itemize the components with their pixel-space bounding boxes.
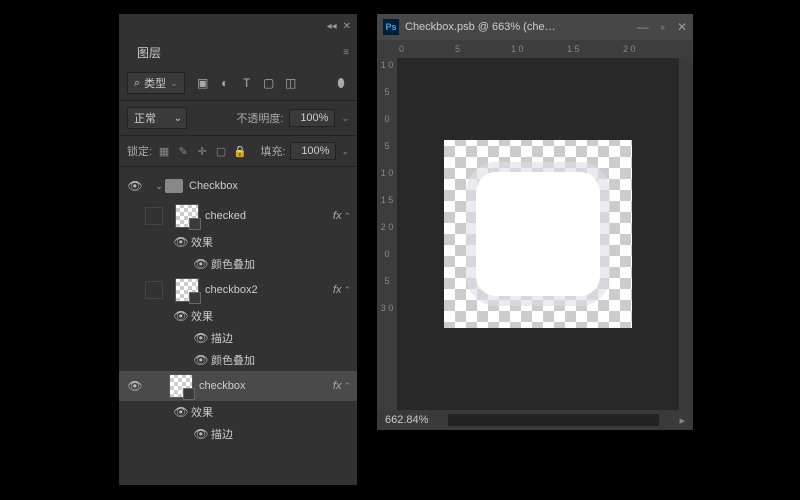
title-bar[interactable]: Ps Checkbox.psb @ 663% (che… — ▫ ✕ — [377, 14, 693, 40]
filter-toggle-icon[interactable]: ⬮ — [333, 75, 349, 91]
layer-row[interactable]: checked fx ⌃ — [119, 201, 357, 231]
visibility-icon[interactable]: 👁 — [171, 309, 191, 323]
opacity-input[interactable]: 100% — [289, 109, 335, 127]
horizontal-scrollbar[interactable] — [448, 414, 659, 426]
transparency-grid — [444, 140, 632, 328]
filter-row: ⌕ 类型 ⌄ ▣ ◐ T ▢ ◫ ⬮ — [119, 66, 357, 101]
vertical-scrollbar[interactable] — [679, 58, 693, 410]
effect-item[interactable]: 👁 描边 — [119, 327, 357, 349]
opacity-label: 不透明度: — [236, 110, 283, 126]
app-icon: Ps — [383, 19, 399, 35]
layer-checkbox[interactable] — [145, 207, 163, 225]
visibility-icon[interactable]: 👁 — [171, 235, 191, 249]
lock-position-icon[interactable]: ✛ — [195, 144, 209, 158]
layer-row[interactable]: 👁 checkbox fx ⌃ — [119, 371, 357, 401]
effect-item[interactable]: 👁 颜色叠加 — [119, 349, 357, 371]
filter-smart-icon[interactable]: ◫ — [283, 75, 299, 91]
effect-item[interactable]: 👁 描边 — [119, 423, 357, 445]
visibility-icon[interactable]: 👁 — [191, 353, 211, 367]
layers-tab[interactable]: 图层 — [127, 40, 171, 65]
layers-panel: ◂◂ ✕ 图层 ≡ ⌕ 类型 ⌄ ▣ ◐ T ▢ ◫ ⬮ 正常 不透明度: 10… — [118, 13, 358, 486]
group-row[interactable]: 👁 ⌄ Checkbox — [119, 171, 357, 201]
document-window: Ps Checkbox.psb @ 663% (che… — ▫ ✕ 051 0… — [376, 13, 694, 429]
lock-all-icon[interactable]: 🔒 — [233, 144, 247, 158]
blend-mode-dropdown[interactable]: 正常 — [127, 107, 187, 129]
effect-item[interactable]: 👁 颜色叠加 — [119, 253, 357, 275]
lock-pixel-icon[interactable]: ✎ — [176, 144, 190, 158]
tab-bar: 图层 ≡ — [119, 38, 357, 66]
panel-header: ◂◂ ✕ — [119, 14, 357, 38]
checkbox-shape — [476, 172, 600, 296]
close-button[interactable]: ✕ — [677, 20, 687, 34]
search-icon: ⌕ — [134, 77, 140, 90]
layer-tree: 👁 ⌄ Checkbox checked fx ⌃ 👁 效果 👁 颜色叠加 — [119, 167, 357, 497]
visibility-icon[interactable]: 👁 — [191, 331, 211, 345]
layer-row[interactable]: checkbox2 fx ⌃ — [119, 275, 357, 305]
effects-row[interactable]: 👁 效果 — [119, 401, 357, 423]
lock-row: 锁定: ▦ ✎ ✛ ▢ 🔒 填充: 100% ⌄ — [119, 136, 357, 167]
layer-thumbnail[interactable] — [175, 278, 199, 302]
collapse-icon[interactable]: ◂◂ — [327, 21, 337, 32]
kind-dropdown[interactable]: ⌕ 类型 ⌄ — [127, 72, 185, 94]
visibility-icon[interactable]: 👁 — [191, 257, 211, 271]
zoom-level[interactable]: 662.84% — [385, 414, 428, 426]
filter-adjustment-icon[interactable]: ◐ — [217, 75, 233, 91]
visibility-icon[interactable]: 👁 — [125, 379, 145, 393]
panel-menu-icon[interactable]: ≡ — [343, 47, 349, 58]
visibility-icon[interactable]: 👁 — [191, 427, 211, 441]
layer-checkbox[interactable] — [145, 281, 163, 299]
filter-pixel-icon[interactable]: ▣ — [195, 75, 211, 91]
vertical-ruler[interactable]: 1 05051 01 52 0053 0 — [377, 58, 397, 410]
minimize-button[interactable]: — — [637, 20, 649, 34]
folder-icon — [165, 179, 183, 193]
document-title: Checkbox.psb @ 663% (che… — [405, 21, 556, 33]
chevron-right-icon[interactable]: ▸ — [679, 414, 685, 427]
visibility-icon[interactable]: 👁 — [171, 405, 191, 419]
effects-row[interactable]: 👁 效果 — [119, 231, 357, 253]
chevron-down-icon[interactable]: ⌄ — [153, 181, 165, 192]
canvas[interactable] — [397, 58, 679, 410]
effects-row[interactable]: 👁 效果 — [119, 305, 357, 327]
layer-thumbnail[interactable] — [169, 374, 193, 398]
lock-artboard-icon[interactable]: ▢ — [214, 144, 228, 158]
status-bar: 662.84% ▸ — [377, 410, 693, 430]
visibility-icon[interactable]: 👁 — [125, 179, 145, 193]
fill-input[interactable]: 100% — [290, 142, 336, 160]
lock-transparent-icon[interactable]: ▦ — [157, 144, 171, 158]
blend-row: 正常 不透明度: 100% ⌄ — [119, 101, 357, 136]
filter-shape-icon[interactable]: ▢ — [261, 75, 277, 91]
horizontal-ruler[interactable]: 051 01 52 0 — [377, 40, 693, 58]
maximize-button[interactable]: ▫ — [661, 20, 665, 34]
layer-thumbnail[interactable] — [175, 204, 199, 228]
filter-type-icon[interactable]: T — [239, 75, 255, 91]
close-icon[interactable]: ✕ — [343, 21, 351, 32]
